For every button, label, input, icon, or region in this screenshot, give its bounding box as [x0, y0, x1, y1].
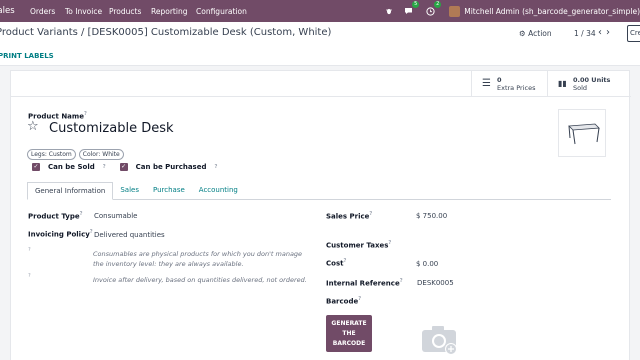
- invoicing-policy-label: Invoicing Policy?: [28, 229, 93, 239]
- desk-image-icon: [568, 123, 600, 145]
- product-name-field[interactable]: Customizable Desk: [49, 121, 174, 136]
- units-sold-label: Sold: [573, 84, 588, 92]
- tab-accounting[interactable]: Accounting: [192, 182, 245, 199]
- app-name[interactable]: Sales: [0, 6, 15, 16]
- product-type-label: Product Type?: [28, 211, 83, 221]
- action-button[interactable]: ⚙ Action: [519, 29, 552, 38]
- activities-badge: 2: [434, 1, 442, 8]
- cost-field[interactable]: $ 0.00: [416, 260, 438, 268]
- list-icon: ☰: [482, 78, 491, 89]
- control-panel: Product Variants / [DESK0005] Customizab…: [0, 22, 640, 66]
- generate-barcode-button[interactable]: GENERATE THE BARCODE: [326, 315, 372, 352]
- can-be-purchased-check[interactable]: ✓ Can be Purchased?: [119, 163, 217, 171]
- customer-taxes-label: Customer Taxes?: [326, 240, 392, 250]
- favorite-star-icon[interactable]: ☆: [27, 119, 39, 134]
- units-sold-count: 0.00 Units: [573, 76, 611, 84]
- bug-icon[interactable]: [384, 6, 394, 16]
- internal-reference-label: Internal Reference?: [326, 278, 403, 288]
- extra-prices-count: 0: [497, 76, 502, 84]
- barcode-label: Barcode?: [326, 296, 362, 306]
- pager-value[interactable]: 1 / 34: [574, 29, 596, 38]
- invoice-note: Invoice after delivery, based on quantit…: [93, 276, 307, 284]
- menu-to-invoice[interactable]: To Invoice: [65, 7, 102, 16]
- invoicing-policy-field[interactable]: Delivered quantities: [94, 231, 165, 239]
- help-mark-2: ?: [28, 273, 31, 279]
- extra-prices-label: Extra Prices: [497, 84, 536, 92]
- messages-icon[interactable]: 5: [403, 1, 420, 16]
- breadcrumb[interactable]: Product Variants / [DESK0005] Customizab…: [0, 27, 331, 38]
- units-sold-button[interactable]: ▮▮ 0.00 Units Sold: [547, 71, 631, 97]
- messages-badge: 5: [412, 1, 420, 8]
- smart-button-bar: ☰ 0 Extra Prices ▮▮ 0.00 Units Sold: [11, 71, 631, 97]
- chevron-left-icon[interactable]: ‹: [598, 27, 606, 38]
- product-image[interactable]: [558, 109, 606, 157]
- cost-label: Cost?: [326, 258, 347, 268]
- print-labels-button[interactable]: PRINT LABELS: [0, 52, 54, 60]
- pager-arrows: ‹›: [598, 27, 614, 38]
- action-label: Action: [528, 29, 552, 38]
- can-be-sold-check[interactable]: ✓ Can be Sold?: [32, 163, 106, 171]
- sales-price-field[interactable]: $ 750.00: [416, 212, 447, 220]
- gear-icon: ⚙: [519, 29, 526, 38]
- form-tabs: General Information Sales Purchase Accou…: [27, 182, 611, 200]
- chevron-right-icon[interactable]: ›: [606, 27, 614, 38]
- tag-color: Color: White: [78, 149, 124, 160]
- sales-price-label: Sales Price?: [326, 211, 373, 221]
- navbar-systray: 5 2 Mitchell Admin (sh_barcode_generator…: [384, 0, 640, 22]
- menu-products[interactable]: Products: [109, 7, 141, 16]
- help-mark-1: ?: [28, 247, 31, 253]
- form-sheet: ☰ 0 Extra Prices ▮▮ 0.00 Units Sold Prod…: [10, 70, 631, 360]
- top-navbar: Sales Orders To Invoice Products Reporti…: [0, 0, 640, 22]
- signal-icon: ▮▮: [558, 79, 567, 88]
- sale-purchase-checks: ✓ Can be Sold? ✓ Can be Purchased?: [32, 163, 217, 171]
- user-avatar[interactable]: [449, 5, 461, 17]
- activity-clock-icon[interactable]: 2: [425, 1, 442, 16]
- variant-tags: Legs: Custom Color: White: [27, 149, 124, 160]
- checkbox-sold[interactable]: ✓: [32, 163, 40, 171]
- camera-add-icon[interactable]: [421, 324, 459, 356]
- tab-sales[interactable]: Sales: [113, 182, 146, 199]
- user-name[interactable]: Mitchell Admin (sh_barcode_generator_sim…: [464, 7, 640, 16]
- consumable-note: Consumables are physical products for wh…: [93, 250, 303, 268]
- menu-configuration[interactable]: Configuration: [196, 7, 247, 16]
- extra-prices-button[interactable]: ☰ 0 Extra Prices: [471, 71, 547, 97]
- tab-general-information[interactable]: General Information: [27, 182, 114, 200]
- create-button[interactable]: Create: [627, 25, 640, 42]
- product-type-field[interactable]: Consumable: [94, 212, 138, 220]
- internal-reference-field[interactable]: DESK0005: [417, 279, 454, 287]
- checkbox-purchased[interactable]: ✓: [119, 163, 128, 171]
- menu-orders[interactable]: Orders: [30, 7, 55, 16]
- tab-purchase[interactable]: Purchase: [146, 182, 192, 199]
- tag-legs: Legs: Custom: [27, 149, 76, 160]
- menu-reporting[interactable]: Reporting: [151, 7, 187, 16]
